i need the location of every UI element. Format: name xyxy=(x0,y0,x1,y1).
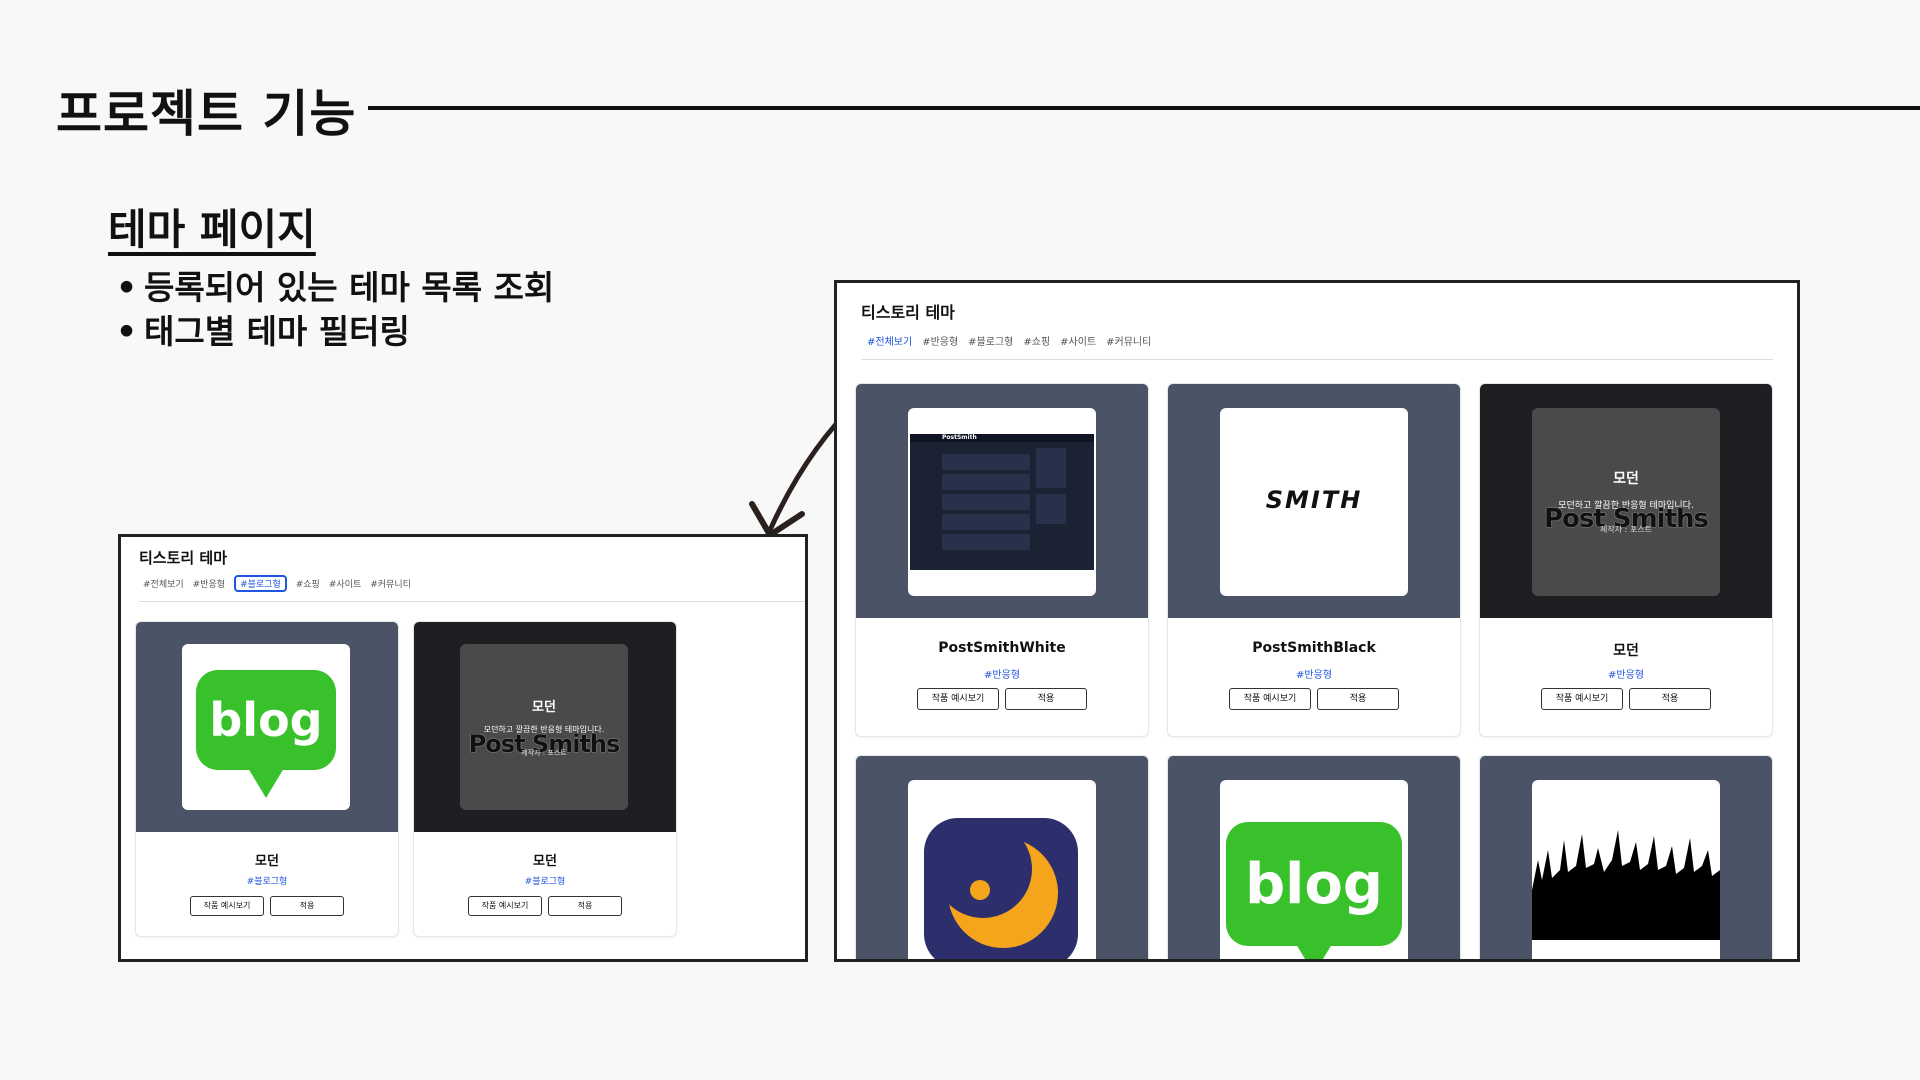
theme-tag[interactable]: #반응형 xyxy=(856,666,1148,681)
theme-card: 모던 모던하고 깔끔한 반응형 테마입니다. Post Smiths 제작자 :… xyxy=(1479,383,1773,737)
smith-logo: SMITH xyxy=(1265,486,1363,514)
all-themes-screenshot: 티스토리 테마 #전체보기 #반응형 #블로그형 #쇼핑 #사이트 #커뮤니티 … xyxy=(834,280,1800,962)
theme-thumbnail-area: PostSmith xyxy=(856,384,1148,618)
theme-name: 모던 xyxy=(533,854,557,869)
tag-all[interactable]: #전체보기 xyxy=(143,577,184,590)
tag-site[interactable]: #사이트 xyxy=(1060,333,1096,348)
thumb-title: 모던 xyxy=(532,700,556,715)
card-actions: 작품 예시보기 적용 xyxy=(856,688,1148,710)
heading-divider xyxy=(368,106,1920,110)
card-actions: 작품 예시보기 적용 xyxy=(136,896,398,916)
theme-name: 모던 xyxy=(255,854,279,869)
tag-shopping[interactable]: #쇼핑 xyxy=(1023,333,1050,348)
theme-thumbnail: 모던 모던하고 깔끔한 반응형 테마입니다. Post Smiths 제작자 :… xyxy=(460,644,628,810)
crowd-silhouette-icon xyxy=(1532,830,1720,940)
theme-card: 모던 모던하고 깔끔한 반응형 테마입니다. Post Smiths 제작자 :… xyxy=(413,621,677,937)
preview-post xyxy=(942,534,1030,550)
apply-button[interactable]: 적용 xyxy=(1005,688,1087,710)
tag-all-active[interactable]: #전체보기 xyxy=(867,333,912,348)
tag-filter-bar: #전체보기 #반응형 #블로그형 #쇼핑 #사이트 #커뮤니티 xyxy=(867,333,1151,348)
theme-thumbnail xyxy=(1532,780,1720,959)
preview-button[interactable]: 작품 예시보기 xyxy=(1229,688,1311,710)
theme-tag[interactable]: #블로그형 xyxy=(414,874,676,887)
moon-app-icon xyxy=(924,818,1078,959)
moon-dot-icon xyxy=(970,880,990,900)
apply-button[interactable]: 적용 xyxy=(548,896,622,916)
theme-card xyxy=(855,755,1149,959)
blog-logo-icon: blog xyxy=(1226,822,1402,946)
tag-responsive[interactable]: #반응형 xyxy=(193,577,225,590)
tag-filter-bar: #전체보기 #반응형 #블로그형 #쇼핑 #사이트 #커뮤니티 xyxy=(143,575,411,592)
preview-post xyxy=(942,454,1030,470)
tag-shopping[interactable]: #쇼핑 xyxy=(296,577,320,590)
thumb-author: 제작자 : 포스트 xyxy=(521,749,567,757)
preview-post xyxy=(942,474,1030,490)
thumb-author: 제작자 : 포스트 xyxy=(1600,525,1652,534)
theme-thumbnail xyxy=(908,780,1096,959)
page-heading: 프로젝트 기능 xyxy=(56,85,357,143)
preview-navbar xyxy=(910,434,1094,442)
theme-card: SMITH PostSmithBlack #반응형 작품 예시보기 적용 xyxy=(1167,383,1461,737)
tag-blog[interactable]: #블로그형 xyxy=(968,333,1013,348)
theme-thumbnail-area xyxy=(856,756,1148,959)
tag-community[interactable]: #커뮤니티 xyxy=(370,577,411,590)
theme-card xyxy=(1479,755,1773,959)
theme-thumbnail-area: blog xyxy=(1168,756,1460,959)
blog-logo-tail xyxy=(1296,944,1332,959)
apply-button[interactable]: 적용 xyxy=(1317,688,1399,710)
tag-community[interactable]: #커뮤니티 xyxy=(1106,333,1151,348)
tag-responsive[interactable]: #반응형 xyxy=(922,333,958,348)
theme-thumbnail-area: 모던 모던하고 깔끔한 반응형 테마입니다. Post Smiths 제작자 :… xyxy=(414,622,676,832)
theme-thumbnail: PostSmith xyxy=(908,408,1096,596)
preview-post xyxy=(942,494,1030,510)
blog-logo-tail xyxy=(248,768,284,798)
apply-button[interactable]: 적용 xyxy=(270,896,344,916)
theme-page-title: 티스토리 테마 xyxy=(139,549,228,567)
theme-thumbnail: blog xyxy=(182,644,350,810)
theme-thumbnail-area: blog xyxy=(136,622,398,832)
theme-tag[interactable]: #블로그형 xyxy=(136,874,398,887)
preview-button[interactable]: 작품 예시보기 xyxy=(1541,688,1623,710)
theme-tag[interactable]: #반응형 xyxy=(1480,666,1772,681)
card-actions: 작품 예시보기 적용 xyxy=(1480,688,1772,710)
postsmith-preview: PostSmith xyxy=(910,434,1094,570)
section-title: 테마 페이지 xyxy=(108,205,316,254)
filtered-theme-screenshot: 티스토리 테마 #전체보기 #반응형 #블로그형 #쇼핑 #사이트 #커뮤니티 … xyxy=(118,534,808,962)
preview-button[interactable]: 작품 예시보기 xyxy=(917,688,999,710)
theme-name: PostSmithBlack xyxy=(1252,640,1376,656)
theme-thumbnail-area xyxy=(1480,756,1772,959)
theme-card: blog xyxy=(1167,755,1461,959)
preview-sidebar xyxy=(1036,494,1066,524)
theme-name: 모던 xyxy=(1613,643,1639,659)
moon-crescent-cut xyxy=(934,820,1032,918)
theme-card: blog 모던 #블로그형 작품 예시보기 적용 xyxy=(135,621,399,937)
theme-thumbnail-area: SMITH xyxy=(1168,384,1460,618)
preview-brand: PostSmith xyxy=(942,434,977,441)
apply-button[interactable]: 적용 xyxy=(1629,688,1711,710)
thumb-title: 모던 xyxy=(1613,471,1639,487)
theme-page-title: 티스토리 테마 xyxy=(861,303,955,322)
feature-list: 등록되어 있는 테마 목록 조회 태그별 테마 필터링 xyxy=(116,266,554,354)
feature-item: 등록되어 있는 테마 목록 조회 xyxy=(116,266,554,310)
preview-button[interactable]: 작품 예시보기 xyxy=(190,896,264,916)
theme-thumbnail-area: 모던 모던하고 깔끔한 반응형 테마입니다. Post Smiths 제작자 :… xyxy=(1480,384,1772,618)
preview-sidebar xyxy=(1036,448,1066,488)
tag-divider xyxy=(139,601,805,602)
card-actions: 작품 예시보기 적용 xyxy=(414,896,676,916)
preview-post xyxy=(942,514,1030,530)
preview-button[interactable]: 작품 예시보기 xyxy=(468,896,542,916)
theme-thumbnail: SMITH xyxy=(1220,408,1408,596)
tag-blog-active[interactable]: #블로그형 xyxy=(234,575,287,592)
card-actions: 작품 예시보기 적용 xyxy=(1168,688,1460,710)
tag-site[interactable]: #사이트 xyxy=(329,577,361,590)
feature-item: 태그별 테마 필터링 xyxy=(116,310,554,354)
theme-thumbnail: 모던 모던하고 깔끔한 반응형 테마입니다. Post Smiths 제작자 :… xyxy=(1532,408,1720,596)
theme-name: PostSmithWhite xyxy=(938,640,1066,656)
theme-tag[interactable]: #반응형 xyxy=(1168,666,1460,681)
blog-logo-icon: blog xyxy=(196,670,336,770)
tag-divider xyxy=(861,359,1773,360)
theme-thumbnail: blog xyxy=(1220,780,1408,959)
theme-card: PostSmith PostSmithWhite #반응형 작품 예시보기 적용 xyxy=(855,383,1149,737)
